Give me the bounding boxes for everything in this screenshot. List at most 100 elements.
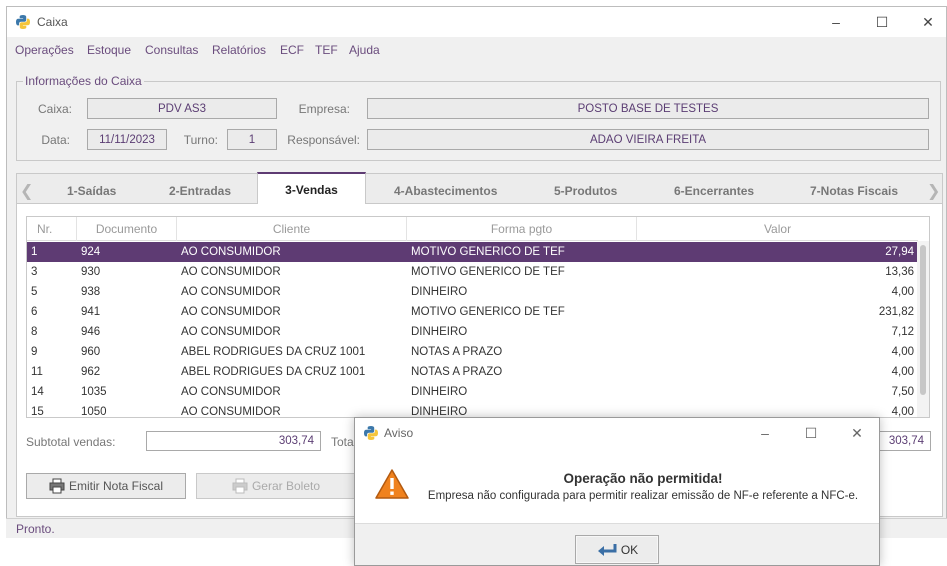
cell-nr: 11 [31, 366, 43, 378]
cell-valor: 27,94 [885, 246, 914, 258]
table-row[interactable]: 8 946 AO CONSUMIDOR DINHEIRO 7,12 [27, 322, 918, 342]
tab-entradas[interactable]: 2-Entradas [169, 184, 231, 198]
ok-label: OK [620, 542, 639, 557]
cell-cliente: ABEL RODRIGUES DA CRUZ 1001 [181, 366, 366, 378]
cell-nr: 3 [31, 266, 38, 278]
printer-icon [49, 478, 65, 494]
dialog-maximize-button[interactable]: ☐ [788, 418, 834, 448]
col-valor[interactable]: Valor [637, 217, 918, 241]
tab-vendas[interactable]: 3-Vendas [257, 172, 366, 205]
cell-documento: 960 [81, 346, 101, 358]
dialog-close-button[interactable]: ✕ [834, 418, 880, 448]
tab-saidas[interactable]: 1-Saídas [67, 184, 116, 198]
tab-encerrantes[interactable]: 6-Encerrantes [674, 184, 754, 198]
window-title: Caixa [37, 15, 68, 29]
table-row[interactable]: 11 962 ABEL RODRIGUES DA CRUZ 1001 NOTAS A … [27, 362, 918, 382]
sales-table: Nr. Documento Cliente Forma pgto Valor 1… [26, 216, 930, 418]
menu-estoque[interactable]: Estoque [87, 43, 131, 57]
cell-documento: 962 [81, 366, 101, 378]
tab-scroll-right-icon[interactable]: ❯ [927, 181, 940, 201]
cell-forma-pgto: DINHEIRO [411, 286, 468, 298]
cell-forma-pgto: NOTAS A PRAZO [411, 346, 503, 358]
table-row[interactable]: 5 938 AO CONSUMIDOR DINHEIRO 4,00 [27, 282, 918, 302]
cell-forma-pgto: NOTAS A PRAZO [411, 366, 503, 378]
table-row[interactable]: 15 1050 AO CONSUMIDOR DINHEIRO 4,00 [27, 402, 918, 418]
responsavel-label: Responsável: [287, 133, 360, 147]
menu-relatorios[interactable]: Relatórios [212, 43, 266, 57]
menu-ajuda[interactable]: Ajuda [349, 43, 380, 57]
total-label: Total [331, 435, 357, 449]
close-button[interactable]: ✕ [905, 7, 947, 37]
cell-documento: 946 [81, 326, 101, 338]
empresa-field[interactable]: POSTO BASE DE TESTES [367, 98, 929, 119]
data-field[interactable]: 11/11/2023 [87, 129, 167, 150]
dialog-minimize-button[interactable]: – [742, 418, 788, 448]
minimize-button[interactable]: – [813, 7, 859, 37]
table-row[interactable]: 1 924 AO CONSUMIDOR MOTIVO GENERICO DE TEF 2… [27, 242, 918, 262]
cell-valor: 4,00 [891, 286, 914, 298]
table-row[interactable]: 14 1035 AO CONSUMIDOR DINHEIRO 7,50 [27, 382, 918, 402]
table-row[interactable]: 6 941 AO CONSUMIDOR MOTIVO GENERICO DE TEF 2… [27, 302, 918, 322]
caixa-field[interactable]: PDV AS3 [87, 98, 277, 119]
turno-field[interactable]: 1 [227, 129, 277, 150]
status-text: Pronto. [16, 522, 55, 536]
dialog-body: Operação não permitida! Empresa não conf… [355, 448, 879, 524]
aviso-dialog: Aviso – ☐ ✕ Operação não permitida! Empr… [354, 417, 880, 566]
table-row[interactable]: 3 930 AO CONSUMIDOR MOTIVO GENERICO DE TEF 1… [27, 262, 918, 282]
tab-scroll-left-icon[interactable]: ❮ [20, 181, 33, 201]
cell-nr: 6 [31, 306, 38, 318]
maximize-button[interactable]: ☐ [859, 7, 905, 37]
tab-notas-fiscais[interactable]: 7-Notas Fiscais [810, 184, 898, 198]
table-row[interactable]: 9 960 ABEL RODRIGUES DA CRUZ 1001 NOTAS A P… [27, 342, 918, 362]
cell-valor: 7,50 [891, 386, 914, 398]
gerar-boleto-button[interactable]: Gerar Boleto [196, 473, 356, 499]
cell-forma-pgto: MOTIVO GENERICO DE TEF [411, 246, 565, 258]
total-field[interactable]: 303,74 [876, 431, 931, 451]
menu-bar: Operações Estoque Consultas Relatórios E… [7, 37, 946, 63]
cell-cliente: AO CONSUMIDOR [181, 386, 281, 398]
cell-valor: 4,00 [891, 406, 914, 418]
cell-nr: 8 [31, 326, 38, 338]
dialog-message: Empresa não configurada para permitir re… [427, 490, 859, 502]
col-documento[interactable]: Documento [77, 217, 177, 241]
python-icon [16, 15, 30, 29]
scrollbar-thumb[interactable] [920, 245, 926, 395]
cell-forma-pgto: MOTIVO GENERICO DE TEF [411, 266, 565, 278]
menu-operacoes[interactable]: Operações [15, 43, 74, 57]
title-bar: Caixa – ☐ ✕ [7, 7, 946, 37]
data-label: Data: [41, 133, 70, 147]
tab-produtos[interactable]: 5-Produtos [554, 184, 617, 198]
cell-documento: 941 [81, 306, 101, 318]
cell-cliente: AO CONSUMIDOR [181, 266, 281, 278]
cell-documento: 1050 [81, 406, 107, 418]
col-nr[interactable]: Nr. [27, 217, 77, 241]
cell-valor: 7,12 [891, 326, 914, 338]
col-cliente[interactable]: Cliente [177, 217, 407, 241]
subtotal-field[interactable]: 303,74 [146, 431, 321, 451]
col-forma-pgto[interactable]: Forma pgto [407, 217, 637, 241]
python-icon [364, 426, 378, 440]
ok-button[interactable]: OK [575, 535, 659, 564]
emitir-nota-label: Emitir Nota Fiscal [68, 479, 163, 493]
cell-documento: 924 [81, 246, 101, 258]
cell-valor: 4,00 [891, 346, 914, 358]
cell-forma-pgto: MOTIVO GENERICO DE TEF [411, 306, 565, 318]
table-scrollbar[interactable] [917, 241, 929, 417]
cell-forma-pgto: DINHEIRO [411, 386, 468, 398]
menu-consultas[interactable]: Consultas [145, 43, 198, 57]
cell-nr: 1 [31, 246, 38, 258]
cell-documento: 938 [81, 286, 101, 298]
tab-abastecimentos[interactable]: 4-Abastecimentos [394, 184, 497, 198]
table-header: Nr. Documento Cliente Forma pgto Valor [27, 217, 918, 241]
menu-tef[interactable]: TEF [315, 43, 338, 57]
empresa-label: Empresa: [298, 102, 350, 116]
enter-arrow-icon [597, 543, 617, 556]
cell-forma-pgto: DINHEIRO [411, 406, 468, 418]
responsavel-field[interactable]: ADAO VIEIRA FREITA [367, 129, 929, 150]
cell-cliente: AO CONSUMIDOR [181, 326, 281, 338]
cell-nr: 15 [31, 406, 44, 418]
menu-ecf[interactable]: ECF [280, 43, 304, 57]
cell-documento: 1035 [81, 386, 107, 398]
emitir-nota-button[interactable]: Emitir Nota Fiscal [26, 473, 186, 499]
cell-documento: 930 [81, 266, 101, 278]
